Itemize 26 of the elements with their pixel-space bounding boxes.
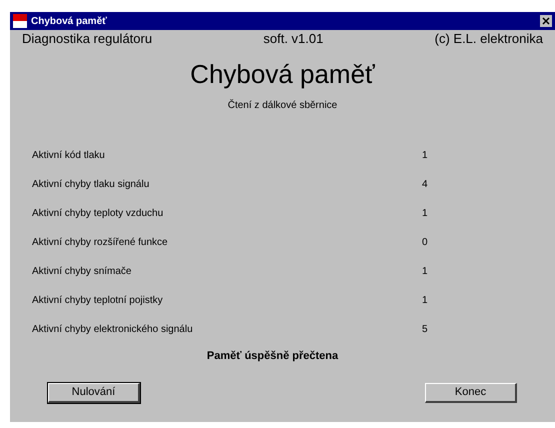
subtitle: Čtení z dálkové sběrnice [228, 98, 338, 113]
row-label: Aktivní chyby rozšířené funkce [32, 236, 169, 250]
row-value: 0 [422, 236, 428, 250]
copyright-text: (c) E.L. elektronika [434, 30, 543, 48]
row-value: 5 [422, 323, 428, 337]
action-button[interactable]: Konec [425, 382, 517, 402]
row-label: Aktivní chyby teploty vzduchu [32, 207, 164, 221]
row-value: 4 [422, 178, 428, 192]
version-text: soft. v1.01 [263, 30, 324, 48]
status-message: Paměť úspěšně přečtena [206, 349, 338, 364]
row-label: Aktivní chyby elektronického signálu [32, 323, 194, 337]
close-button[interactable] [540, 15, 552, 27]
app-name: Diagnostika regulátoru [22, 30, 152, 48]
app-icon [13, 14, 27, 28]
action-button[interactable]: Nulování [48, 382, 140, 402]
heading: Chybová paměť [190, 58, 375, 90]
row-value: 1 [422, 265, 428, 279]
row-label: Aktivní chyby snímače [32, 265, 132, 279]
row-value: 1 [422, 149, 428, 163]
window-title: Chybová paměť [31, 14, 108, 28]
row-value: 1 [422, 294, 428, 308]
row-label: Aktivní kód tlaku [32, 149, 106, 163]
row-label: Aktivní chyby teplotní pojistky [32, 294, 164, 308]
close-icon [542, 17, 550, 25]
row-value: 1 [422, 207, 428, 221]
row-label: Aktivní chyby tlaku signálu [32, 178, 150, 192]
